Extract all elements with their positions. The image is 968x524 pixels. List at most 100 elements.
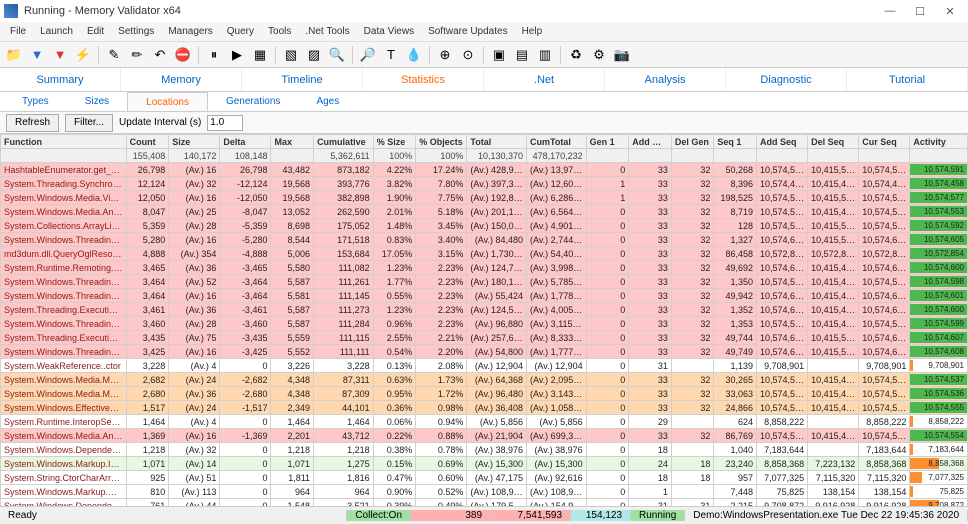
box1-icon[interactable]: ▦ <box>250 45 270 65</box>
table-row[interactable]: System.Windows.Threading.Dispatc...3,464… <box>1 275 968 289</box>
table-row[interactable]: System.String.CtorCharArrayStartLen...92… <box>1 471 968 485</box>
tab-statistics[interactable]: Statistics <box>363 68 484 91</box>
interval-input[interactable] <box>207 115 243 131</box>
table-row[interactable]: System.WeakReference..ctor3,228(Av.) 403… <box>1 359 968 373</box>
tab-summary[interactable]: Summary <box>0 68 121 91</box>
tab-diagnostic[interactable]: Diagnostic <box>726 68 847 91</box>
table-row[interactable]: System.Windows.Media.VisualBrush...12,05… <box>1 191 968 205</box>
menu-file[interactable]: File <box>4 24 32 39</box>
header-2[interactable]: Size <box>169 135 220 149</box>
table-row[interactable]: System.Runtime.InteropServices.GC...1,46… <box>1 415 968 429</box>
table-row[interactable]: md3dum.dll.QueryOglResource4,888(Av.) 35… <box>1 247 968 261</box>
menu-settings[interactable]: Settings <box>112 24 160 39</box>
table-row[interactable]: System.Windows.Media.Animation.T...8,047… <box>1 205 968 219</box>
maximize-button[interactable]: ☐ <box>906 2 934 20</box>
table-row[interactable]: System.Collections.ArrayList.GetEnu...5,… <box>1 219 968 233</box>
header-8[interactable]: Total <box>467 135 527 149</box>
activity-bar: 10,574,592 <box>910 219 968 233</box>
tab-analysis[interactable]: Analysis <box>605 68 726 91</box>
menu-softwareupdates[interactable]: Software Updates <box>422 24 514 39</box>
net3-icon[interactable]: ▥ <box>535 45 555 65</box>
table-row[interactable]: System.Windows.Media.MediaConte...2,680(… <box>1 387 968 401</box>
menu-edit[interactable]: Edit <box>81 24 110 39</box>
table-row[interactable]: System.Windows.Threading.Dispatc...5,280… <box>1 233 968 247</box>
text-icon[interactable]: T <box>381 45 401 65</box>
subtab-locations[interactable]: Locations <box>127 92 208 111</box>
funnel-red-icon[interactable]: ▼ <box>50 45 70 65</box>
subtab-ages[interactable]: Ages <box>298 92 357 111</box>
table-row[interactable]: System.Windows.Threading.Dispatc...3,464… <box>1 289 968 303</box>
table-row[interactable]: System.Windows.DependencyObject...761(Av… <box>1 499 968 507</box>
header-5[interactable]: Cumulative <box>314 135 374 149</box>
lightning-icon[interactable]: ⚡ <box>73 45 93 65</box>
cog-icon[interactable]: ⚙ <box>589 45 609 65</box>
header-16[interactable]: Cur Seq <box>859 135 910 149</box>
net1-icon[interactable]: ▣ <box>489 45 509 65</box>
header-10[interactable]: Gen 1 <box>586 135 629 149</box>
close-button[interactable]: ✕ <box>936 2 964 20</box>
minimize-button[interactable]: — <box>876 2 904 20</box>
recycle-icon[interactable]: ♻ <box>566 45 586 65</box>
box2-icon[interactable]: ▧ <box>281 45 301 65</box>
table-row[interactable]: System.Windows.EffectiveValueEntry...1,5… <box>1 401 968 415</box>
table-row[interactable]: System.Threading.ExecutionContext...3,46… <box>1 303 968 317</box>
header-9[interactable]: CumTotal <box>527 135 587 149</box>
grid[interactable]: FunctionCountSizeDeltaMaxCumulative% Siz… <box>0 134 968 506</box>
net2-icon[interactable]: ▤ <box>512 45 532 65</box>
menu-query[interactable]: Query <box>221 24 260 39</box>
subtab-sizes[interactable]: Sizes <box>67 92 127 111</box>
table-row[interactable]: System.Threading.SynchronizationC...12,1… <box>1 177 968 191</box>
cd-xy-icon[interactable]: ⊕ <box>435 45 455 65</box>
menu-dataviews[interactable]: Data Views <box>358 24 420 39</box>
table-row[interactable]: System.Windows.Markup.KnownTyp...810(Av.… <box>1 485 968 499</box>
table-row[interactable]: HashtableEnumerator.get_Current26,798(Av… <box>1 163 968 177</box>
table-row[interactable]: System.Windows.Media.MediaConte...2,682(… <box>1 373 968 387</box>
refresh-button[interactable]: Refresh <box>6 114 59 132</box>
subtab-types[interactable]: Types <box>4 92 67 111</box>
search-in-icon[interactable]: 🔍 <box>327 45 347 65</box>
header-4[interactable]: Max <box>271 135 314 149</box>
camera-icon[interactable]: 📷 <box>612 45 632 65</box>
header-1[interactable]: Count <box>126 135 169 149</box>
menu-nettools[interactable]: .Net Tools <box>299 24 355 39</box>
folder-icon[interactable]: 📁 <box>4 45 24 65</box>
table-row[interactable]: System.Windows.Media.Animation...1,369(A… <box>1 429 968 443</box>
header-7[interactable]: % Objects <box>416 135 467 149</box>
pencil-icon[interactable]: ✏ <box>127 45 147 65</box>
header-0[interactable]: Function <box>1 135 127 149</box>
back-icon[interactable]: ↶ <box>150 45 170 65</box>
table-row[interactable]: System.Threading.ExecutionContext...3,43… <box>1 331 968 345</box>
table-row[interactable]: System.Windows.Threading.Dispatc...3,425… <box>1 345 968 359</box>
table-row[interactable]: System.Runtime.Remoting.Messagin...3,465… <box>1 261 968 275</box>
cd-blue-icon[interactable]: ⊙ <box>458 45 478 65</box>
header-17[interactable]: Activity <box>910 135 968 149</box>
table-row[interactable]: System.Windows.Threading.Priority...3,46… <box>1 317 968 331</box>
table-row[interactable]: System.Windows.Markup.Imaging.Bit...1,07… <box>1 457 968 471</box>
menu-help[interactable]: Help <box>516 24 549 39</box>
wand-icon[interactable]: ✎ <box>104 45 124 65</box>
filter-button[interactable]: Filter... <box>65 114 113 132</box>
menu-tools[interactable]: Tools <box>262 24 297 39</box>
header-3[interactable]: Delta <box>220 135 271 149</box>
header-11[interactable]: Add Gen <box>629 135 672 149</box>
stop-icon[interactable]: ⛔ <box>173 45 193 65</box>
header-12[interactable]: Del Gen <box>671 135 714 149</box>
search-out-icon[interactable]: 🔎 <box>358 45 378 65</box>
tab-memory[interactable]: Memory <box>121 68 242 91</box>
pause-icon[interactable]: ⏸ <box>204 45 224 65</box>
droplet-icon[interactable]: 💧 <box>404 45 424 65</box>
table-row[interactable]: System.Windows.DependencyPrope...1,218(A… <box>1 443 968 457</box>
tab-net[interactable]: .Net <box>484 68 605 91</box>
tab-timeline[interactable]: Timeline <box>242 68 363 91</box>
header-6[interactable]: % Size <box>373 135 416 149</box>
play-icon[interactable]: ▶ <box>227 45 247 65</box>
menu-launch[interactable]: Launch <box>34 24 79 39</box>
header-15[interactable]: Del Seq <box>808 135 859 149</box>
tab-tutorial[interactable]: Tutorial <box>847 68 968 91</box>
menu-managers[interactable]: Managers <box>162 24 218 39</box>
header-13[interactable]: Seq 1 <box>714 135 757 149</box>
subtab-generations[interactable]: Generations <box>208 92 298 111</box>
box3-icon[interactable]: ▨ <box>304 45 324 65</box>
funnel-blue-icon[interactable]: ▼ <box>27 45 47 65</box>
header-14[interactable]: Add Seq <box>757 135 808 149</box>
